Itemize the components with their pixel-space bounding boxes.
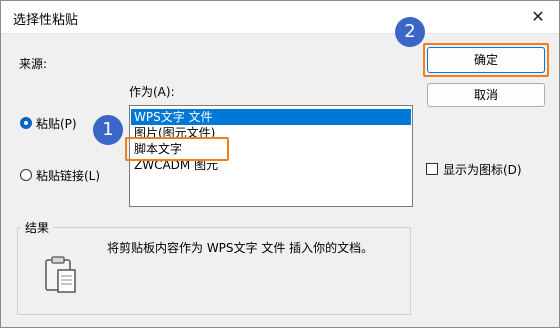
- dialog-title: 选择性粘贴: [13, 13, 79, 28]
- result-description: 将剪贴板内容作为 WPS文字 文件 插入你的文档。: [107, 241, 374, 255]
- paste-radio-label: 粘贴(P): [36, 117, 77, 131]
- paste-special-dialog: 选择性粘贴 ✕ 来源: 作为(A): 粘贴(P) 粘贴链接(L) WPS文字 文…: [0, 0, 560, 328]
- display-as-icon-option[interactable]: 显示为图标(D): [425, 161, 545, 177]
- cancel-button[interactable]: 取消: [427, 83, 545, 107]
- display-as-icon-checkbox[interactable]: [426, 163, 438, 175]
- close-icon[interactable]: ✕: [525, 5, 551, 29]
- step-badge-1: 1: [93, 115, 123, 145]
- paste-link-radio[interactable]: [20, 169, 32, 181]
- result-label: 结果: [21, 219, 54, 236]
- list-item[interactable]: WPS文字 文件: [131, 109, 411, 125]
- highlight-box-script-text: [125, 137, 229, 161]
- clipboard-icon: [43, 255, 79, 295]
- as-label: 作为(A):: [129, 85, 175, 99]
- ok-button[interactable]: 确定: [427, 47, 545, 73]
- display-as-icon-label: 显示为图标(D): [443, 163, 522, 177]
- paste-link-radio-option[interactable]: 粘贴链接(L): [19, 167, 119, 183]
- paste-radio[interactable]: [20, 117, 32, 129]
- title-bar: 选择性粘贴 ✕: [1, 1, 559, 34]
- source-label: 来源:: [19, 57, 48, 71]
- paste-link-radio-label: 粘贴链接(L): [36, 169, 101, 183]
- step-badge-2: 2: [395, 17, 425, 47]
